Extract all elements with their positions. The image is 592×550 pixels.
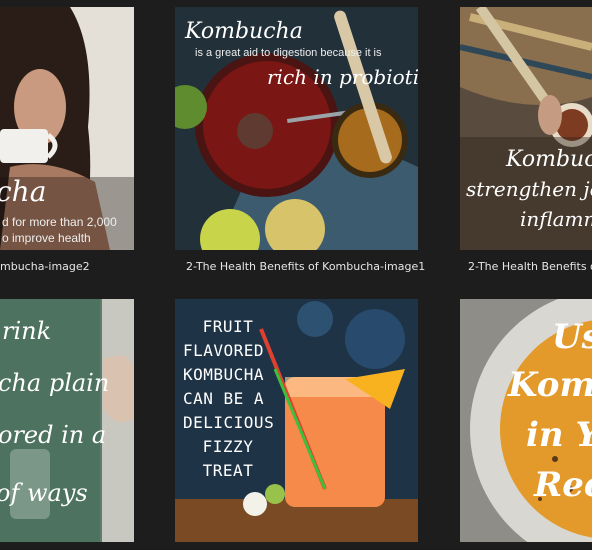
overlay-text-block: FRUIT FLAVORED KOMBUCHA CAN BE A DELICIO… xyxy=(183,315,275,483)
thumbnail-6[interactable]: Us Kombu in Y Reci xyxy=(460,299,592,542)
overlay-line: of ways xyxy=(0,479,88,507)
overlay-title: cha xyxy=(0,175,47,208)
overlay-line: inflamm xyxy=(520,207,592,231)
thumbnail-2-caption[interactable]: 2-The Health Benefits of Kombucha-image1 xyxy=(186,260,425,274)
overlay-line: ored in a xyxy=(0,421,107,449)
overlay-line: d for more than 2,000 xyxy=(2,215,117,229)
overlay-line: strengthen join xyxy=(466,177,592,201)
overlay-subtitle: rich in probiotics xyxy=(267,65,418,89)
overlay-line: rink xyxy=(2,317,52,345)
overlay-line: FLAVORED xyxy=(183,341,265,360)
overlay-line: o improve health xyxy=(2,231,91,245)
overlay-line: is a great aid to digestion because it i… xyxy=(195,47,382,59)
overlay-line: FRUIT xyxy=(202,317,254,336)
thumbnail-3-caption[interactable]: 2-The Health Benefits o xyxy=(468,260,592,274)
overlay-line: KOMBUCHA xyxy=(183,365,265,384)
thumbnail-2[interactable]: Kombucha is a great aid to digestion bec… xyxy=(175,7,418,250)
overlay-line: TREAT xyxy=(202,461,254,480)
overlay-line: FIZZY xyxy=(202,437,254,456)
thumbnail-5[interactable]: FRUIT FLAVORED KOMBUCHA CAN BE A DELICIO… xyxy=(175,299,418,542)
overlay-title: Kombucha xyxy=(506,147,592,172)
thumbnail-3[interactable]: Kombucha strengthen join inflamm xyxy=(460,7,592,250)
overlay-line: Reci xyxy=(534,465,592,505)
overlay-line: in Y xyxy=(526,415,592,455)
overlay-line: DELICIOUS xyxy=(183,413,275,432)
thumbnail-1-caption[interactable]: mbucha-image2 xyxy=(0,260,90,274)
overlay-line: CAN BE A xyxy=(183,389,265,408)
woman-drinking-photo xyxy=(0,7,134,250)
thumbnail-4[interactable]: rink cha plain ored in a of ways xyxy=(0,299,134,542)
overlay-title: Kombucha xyxy=(185,19,303,44)
overlay-line: Us xyxy=(552,317,592,357)
overlay-line: cha plain xyxy=(0,369,110,397)
thumbnail-1[interactable]: cha d for more than 2,000 o improve heal… xyxy=(0,7,134,250)
overlay-line: Kombu xyxy=(508,365,592,405)
